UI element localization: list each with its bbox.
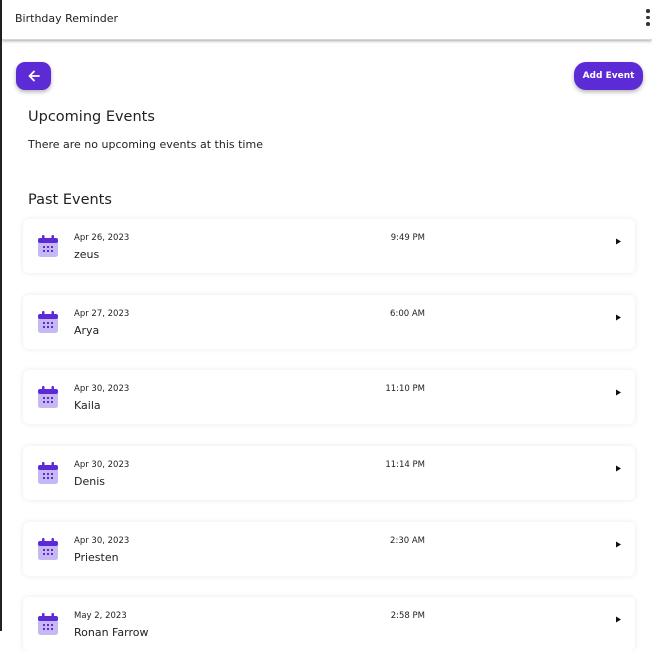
event-date: Apr 26, 2023 (74, 233, 130, 243)
add-event-button[interactable]: Add Event (574, 62, 643, 90)
event-time: 11:14 PM (385, 460, 425, 470)
back-button[interactable] (16, 62, 51, 90)
event-date: Apr 30, 2023 (74, 460, 130, 470)
event-card[interactable]: Apr 26, 2023 9:49 PM zeus (23, 219, 635, 273)
event-name: Kaila (74, 399, 101, 412)
event-time: 2:58 PM (390, 611, 425, 621)
event-name: Arya (74, 324, 100, 337)
calendar-icon (38, 538, 58, 560)
event-name: Ronan Farrow (74, 626, 149, 639)
calendar-icon (38, 311, 58, 333)
upcoming-empty-message: There are no upcoming events at this tim… (28, 138, 263, 151)
event-date: Apr 30, 2023 (74, 536, 130, 546)
more-vertical-icon[interactable] (644, 9, 652, 29)
calendar-icon (38, 386, 58, 408)
play-arrow-icon[interactable] (615, 389, 622, 396)
calendar-icon (38, 235, 58, 257)
event-time: 2:30 AM (390, 536, 425, 546)
app-bar: Birthday Reminder (2, 0, 652, 40)
window-edge (0, 0, 2, 631)
event-card[interactable]: Apr 30, 2023 11:10 PM Kaila (23, 370, 635, 424)
past-events-heading: Past Events (28, 192, 112, 208)
event-name: Priesten (74, 551, 119, 564)
play-arrow-icon[interactable] (615, 541, 622, 548)
app-title: Birthday Reminder (15, 12, 119, 25)
calendar-icon (38, 462, 58, 484)
event-time: 9:49 PM (390, 233, 425, 243)
play-arrow-icon[interactable] (615, 238, 622, 245)
calendar-icon (38, 613, 58, 635)
event-time: 11:10 PM (385, 384, 425, 394)
event-date: Apr 27, 2023 (74, 309, 130, 319)
play-arrow-icon[interactable] (615, 465, 622, 472)
play-arrow-icon[interactable] (615, 616, 622, 623)
event-name: zeus (74, 248, 100, 261)
event-card[interactable]: May 2, 2023 2:58 PM Ronan Farrow (23, 597, 635, 651)
event-card[interactable]: Apr 27, 2023 6:00 AM Arya (23, 295, 635, 349)
event-date: May 2, 2023 (74, 611, 127, 621)
event-card[interactable]: Apr 30, 2023 2:30 AM Priesten (23, 522, 635, 576)
arrow-left-icon (28, 70, 40, 82)
event-card[interactable]: Apr 30, 2023 11:14 PM Denis (23, 446, 635, 500)
event-time: 6:00 AM (390, 309, 425, 319)
event-name: Denis (74, 475, 105, 488)
play-arrow-icon[interactable] (615, 314, 622, 321)
upcoming-events-heading: Upcoming Events (28, 109, 155, 125)
event-date: Apr 30, 2023 (74, 384, 130, 394)
